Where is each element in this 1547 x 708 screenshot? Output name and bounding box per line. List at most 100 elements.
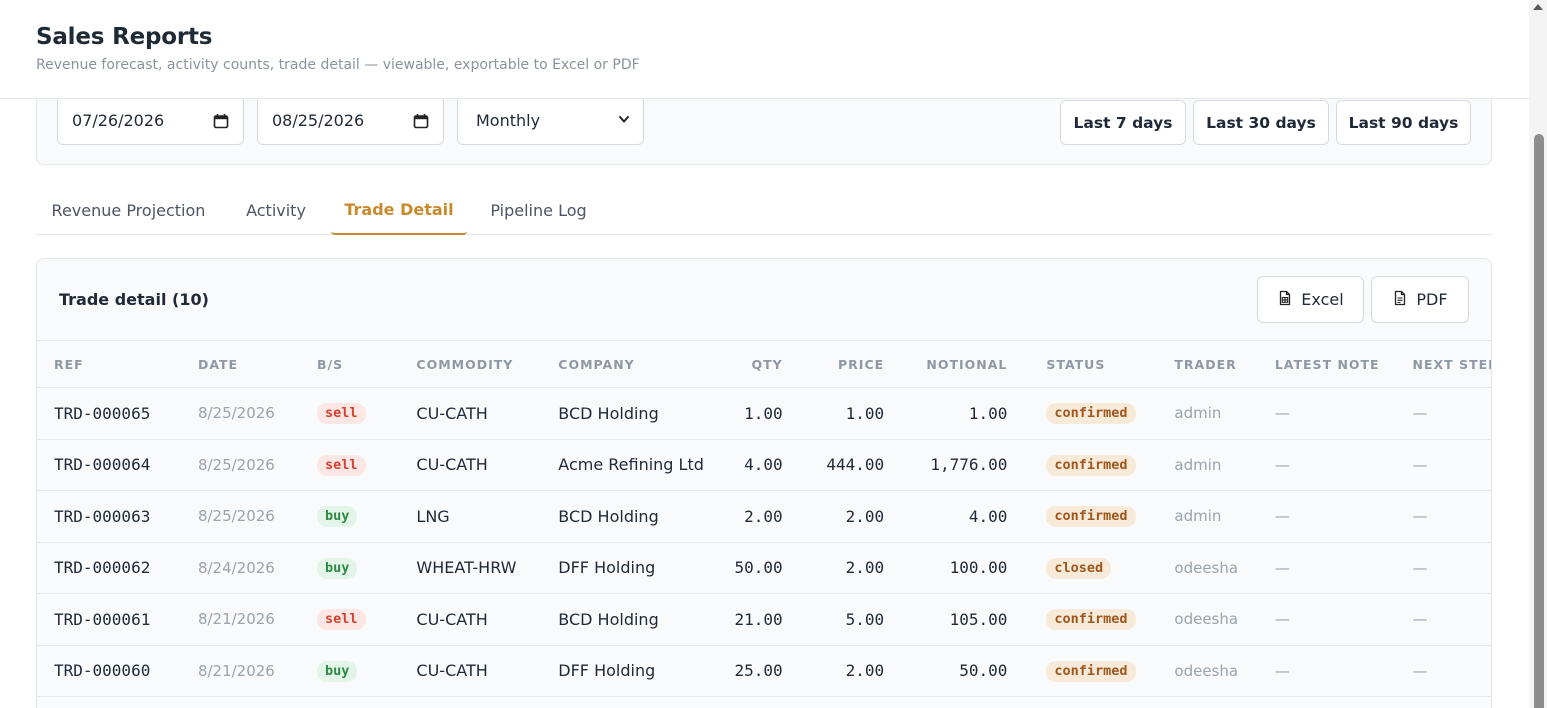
trade-status-cell: closed (1011, 542, 1157, 594)
granularity-value: Monthly (476, 111, 541, 130)
table-row[interactable]: TRD-000062 8/24/2026 buy WHEAT-HRW DFF H… (37, 542, 1491, 594)
trade-side-badge: sell (317, 403, 366, 425)
scroll-up-arrow-icon[interactable] (1533, 4, 1543, 10)
trade-side-cell: buy (300, 645, 399, 697)
trade-latest-note: — (1274, 661, 1290, 680)
last-30-days-button[interactable]: Last 30 days (1193, 100, 1329, 145)
trade-commodity: CU-CATH (416, 403, 488, 423)
trade-date: 8/25/2026 (197, 404, 275, 423)
granularity-select[interactable]: Monthly (457, 96, 644, 145)
app-window: 07/26/2026 08/25/2026 Monthly Last 7 day… (0, 0, 1529, 708)
calendar-icon[interactable] (413, 113, 429, 129)
trade-next-step: — (1412, 661, 1428, 680)
trade-commodity: CU-CATH (416, 455, 488, 475)
last-7-days-button[interactable]: Last 7 days (1060, 100, 1186, 145)
trade-trader: odeesha (1174, 661, 1239, 680)
trade-ref[interactable]: TRD-000065 (37, 388, 181, 440)
trade-latest-note: — (1274, 507, 1290, 526)
status-badge: confirmed (1046, 403, 1136, 425)
status-badge: confirmed (1046, 454, 1136, 476)
trade-notional: 1,776.00 (930, 455, 1008, 475)
table-row[interactable]: TRD-000061 8/21/2026 sell CU-CATH BCD Ho… (37, 594, 1491, 646)
table-row[interactable]: TRD-000064 8/25/2026 sell CU-CATH Acme R… (37, 439, 1491, 491)
table-row[interactable]: TRD-000063 8/25/2026 buy LNG BCD Holding… (37, 491, 1491, 543)
export-pdf-button[interactable]: PDF (1371, 276, 1469, 323)
trade-latest-note: — (1274, 404, 1290, 423)
column-header-notional[interactable]: NOTIONAL (888, 341, 1011, 388)
trade-commodity: CU-CATH (416, 661, 488, 681)
trade-notional: 50.00 (959, 661, 1008, 681)
trade-date: 8/25/2026 (197, 455, 275, 474)
trade-price: 2.00 (845, 661, 885, 681)
trade-commodity: WHEAT-HRW (416, 558, 517, 578)
trade-side-badge: buy (317, 506, 358, 528)
trade-status-cell: confirmed (1011, 645, 1157, 697)
trade-side-badge: buy (317, 660, 358, 682)
trade-commodity: CU-CATH (416, 609, 488, 629)
trade-detail-table: REF DATE B/S COMMODITY COMPANY QTY PRICE… (37, 340, 1491, 697)
page-title: Sales Reports (36, 24, 213, 50)
tab-activity[interactable]: Activity (230, 186, 322, 235)
page-subtitle: Revenue forecast, activity counts, trade… (36, 57, 640, 73)
status-badge: confirmed (1046, 506, 1136, 528)
trade-latest-note: — (1274, 610, 1290, 629)
scrollbar-thumb[interactable] (1534, 134, 1544, 708)
trade-company: DFF Holding (558, 661, 656, 681)
tab-revenue-projection[interactable]: Revenue Projection (36, 186, 221, 235)
report-tabs: Revenue Projection Activity Trade Detail… (36, 186, 1492, 235)
column-header-date[interactable]: DATE (181, 341, 300, 388)
trade-qty: 25.00 (734, 661, 783, 681)
tab-pipeline-log[interactable]: Pipeline Log (476, 186, 601, 235)
trade-side-cell: sell (300, 594, 399, 646)
trade-company: BCD Holding (558, 403, 659, 423)
column-header-latest-note[interactable]: LATEST NOTE (1258, 341, 1396, 388)
trade-ref[interactable]: TRD-000061 (37, 594, 181, 646)
trade-trader: admin (1174, 455, 1222, 474)
trade-detail-title: Trade detail (10) (59, 290, 209, 309)
trade-status-cell: confirmed (1011, 439, 1157, 491)
page-header: Sales Reports Revenue forecast, activity… (0, 0, 1529, 99)
trade-ref[interactable]: TRD-000063 (37, 491, 181, 543)
trade-side-badge: buy (317, 557, 358, 579)
trade-detail-card: Trade detail (10) Excel PDF REF DATE B/S… (36, 258, 1492, 708)
column-header-qty[interactable]: QTY (712, 341, 787, 388)
last-90-days-button[interactable]: Last 90 days (1336, 100, 1471, 145)
column-header-trader[interactable]: TRADER (1157, 341, 1257, 388)
trade-notional: 105.00 (949, 609, 1008, 629)
vertical-scrollbar[interactable] (1529, 0, 1547, 708)
column-header-commodity[interactable]: COMMODITY (399, 341, 541, 388)
column-header-next-step[interactable]: NEXT STEP (1396, 341, 1491, 388)
column-header-side[interactable]: B/S (300, 341, 399, 388)
status-badge: confirmed (1046, 609, 1136, 631)
column-header-price[interactable]: PRICE (787, 341, 888, 388)
trade-company: DFF Holding (558, 558, 656, 578)
trade-ref[interactable]: TRD-000062 (37, 542, 181, 594)
column-header-status[interactable]: STATUS (1011, 341, 1157, 388)
end-date-input[interactable]: 08/25/2026 (257, 96, 444, 145)
trade-ref[interactable]: TRD-000064 (37, 439, 181, 491)
trade-qty: 2.00 (744, 506, 783, 526)
table-row[interactable]: TRD-000065 8/25/2026 sell CU-CATH BCD Ho… (37, 388, 1491, 440)
document-file-icon (1392, 290, 1408, 310)
column-header-company[interactable]: COMPANY (541, 341, 712, 388)
trade-price: 5.00 (845, 609, 885, 629)
trade-notional: 4.00 (968, 506, 1008, 526)
trade-ref[interactable]: TRD-000060 (37, 645, 181, 697)
calendar-icon[interactable] (213, 113, 229, 129)
export-pdf-label: PDF (1416, 290, 1448, 309)
status-badge: closed (1046, 557, 1112, 579)
status-badge: confirmed (1046, 660, 1136, 682)
trade-price: 2.00 (845, 558, 885, 578)
trade-status-cell: confirmed (1011, 594, 1157, 646)
tab-trade-detail[interactable]: Trade Detail (331, 186, 467, 235)
start-date-input[interactable]: 07/26/2026 (57, 96, 244, 145)
column-header-ref[interactable]: REF (37, 341, 181, 388)
trade-price: 2.00 (845, 506, 885, 526)
start-date-value: 07/26/2026 (72, 111, 165, 130)
trade-next-step: — (1412, 455, 1428, 474)
trade-qty: 21.00 (734, 609, 783, 629)
trade-company: BCD Holding (558, 609, 659, 629)
table-row[interactable]: TRD-000060 8/21/2026 buy CU-CATH DFF Hol… (37, 645, 1491, 697)
trade-qty: 1.00 (744, 403, 783, 423)
export-excel-button[interactable]: Excel (1257, 276, 1364, 323)
